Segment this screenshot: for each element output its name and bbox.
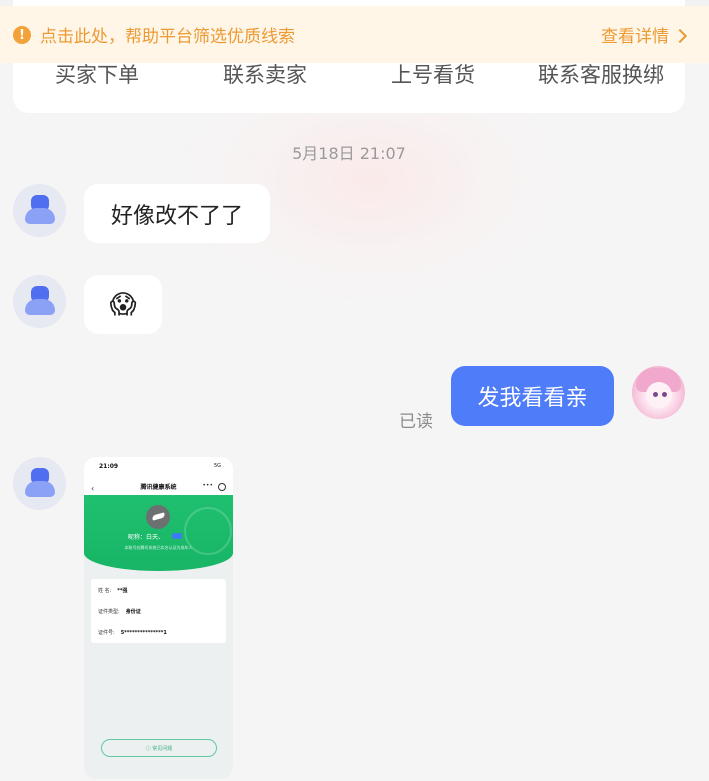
contact-support-button[interactable]: 联系客服换绑	[517, 59, 685, 89]
chevron-right-icon	[672, 28, 688, 44]
user-body-icon	[25, 299, 55, 315]
incoming-message-bubble[interactable]: 好像改不了了	[84, 184, 270, 243]
scream-emoji: 😱	[109, 289, 137, 320]
record-icon	[218, 483, 226, 491]
id-number-row: 证件号: 5***************1	[98, 630, 167, 636]
id-type-row: 证件类型: 身份证	[98, 609, 141, 615]
edit-tag	[172, 533, 182, 539]
banner-message: 点击此处，帮助平台筛选优质线索	[40, 27, 295, 47]
user-body-icon	[25, 208, 55, 224]
buyer-order-button[interactable]: 买家下单	[13, 59, 181, 89]
nickname: 昵称：白天、	[128, 534, 165, 541]
warning-icon: !	[13, 26, 31, 44]
login-check-button[interactable]: 上号看货	[349, 59, 517, 89]
status-time: 21:09	[99, 463, 119, 470]
faq-button: ⓘ 常见问题	[101, 739, 217, 757]
read-status: 已读	[399, 412, 433, 432]
outgoing-message-bubble[interactable]: 发我看看亲	[451, 366, 614, 426]
tip-banner[interactable]: ! 点击此处，帮助平台筛选优质线索 查看详情	[0, 6, 709, 63]
seller-avatar[interactable]	[13, 184, 66, 237]
view-detail-link[interactable]: 查看详情	[601, 22, 669, 47]
status-icons: 5G	[213, 463, 221, 469]
incoming-emoji-bubble[interactable]: 😱	[84, 275, 162, 334]
message-text: 好像改不了了	[110, 203, 243, 229]
my-avatar[interactable]	[632, 366, 685, 419]
seller-avatar[interactable]	[13, 457, 66, 510]
profile-avatar	[146, 505, 170, 529]
verification-note: 本账号在腾讯系统已实名认证为成年人	[124, 545, 193, 550]
image-message[interactable]: 21:09 5G ‹ 腾讯健康系统 ••• 昵称：白天、 本账号在腾讯系统已实名…	[84, 457, 233, 779]
more-icon: •••	[202, 482, 213, 489]
name-row: 姓 名: **强	[98, 588, 128, 594]
seller-avatar[interactable]	[13, 275, 66, 328]
user-body-icon	[25, 481, 55, 497]
contact-seller-button[interactable]: 联系卖家	[181, 59, 349, 89]
help-icon: ⓘ	[145, 745, 153, 752]
chat-timestamp: 5月18日 21:07	[292, 144, 406, 163]
message-text: 发我看看亲	[477, 386, 588, 411]
